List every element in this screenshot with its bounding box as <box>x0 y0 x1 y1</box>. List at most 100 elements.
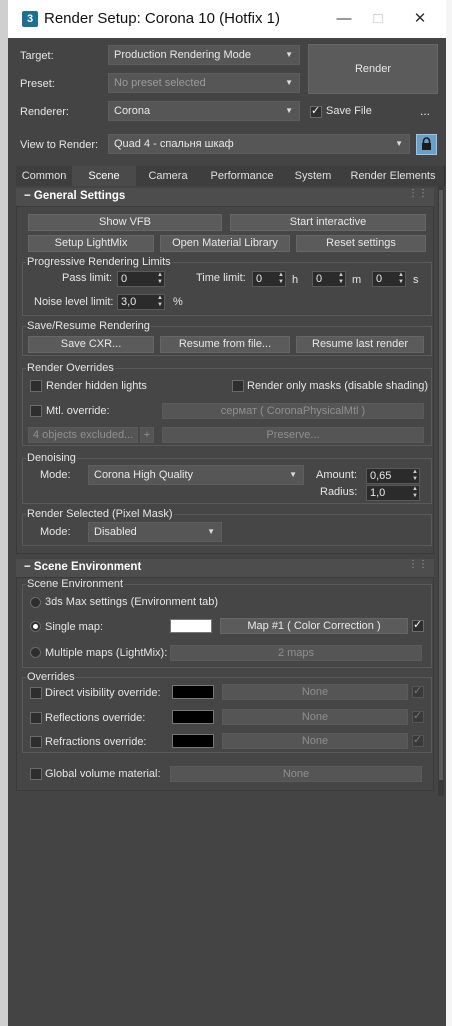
mtl-override-map-button[interactable]: сермат ( CoronaPhysicalMtl ) <box>162 403 424 419</box>
direct-visibility-color-swatch[interactable] <box>172 685 214 699</box>
refractions-map-button[interactable]: None <box>222 733 408 749</box>
close-icon[interactable]: ✕ <box>402 8 438 30</box>
renderer-label: Renderer: <box>20 106 69 118</box>
add-exclude-button[interactable]: + <box>140 427 154 443</box>
render-hidden-lights-checkbox[interactable] <box>30 380 42 392</box>
view-value: Quad 4 - спальня шкаф <box>114 138 234 150</box>
drag-handle-icon[interactable]: ⋮⋮ <box>408 188 428 199</box>
render-hidden-lights-label: Render hidden lights <box>46 380 147 392</box>
single-map-color-swatch[interactable] <box>170 619 212 633</box>
chevron-down-icon: ▼ <box>207 527 215 536</box>
mtl-override-checkbox[interactable] <box>30 405 42 417</box>
view-to-render-label: View to Render: <box>20 139 99 151</box>
time-limit-label: Time limit: <box>196 272 246 284</box>
mtl-override-label: Mtl. override: <box>46 405 110 417</box>
chevron-down-icon: ▼ <box>285 106 293 115</box>
pixel-mask-group: Render Selected (Pixel Mask) <box>22 508 432 546</box>
direct-visibility-enable-checkbox[interactable] <box>412 684 424 698</box>
amount-spinner[interactable]: 0,65 ▲ ▼ <box>366 468 420 484</box>
time-minutes-spinner[interactable]: 0 ▲ ▼ <box>312 271 346 287</box>
tab-render-elements[interactable]: Render Elements <box>342 166 445 186</box>
tab-performance[interactable]: Performance <box>200 166 285 186</box>
general-settings-rollout-header[interactable]: − General Settings ⋮⋮ <box>16 188 434 206</box>
reflections-color-swatch[interactable] <box>172 710 214 724</box>
pixel-mode-dropdown[interactable]: Disabled ▼ <box>88 522 222 542</box>
preset-dropdown[interactable]: No preset selected ▼ <box>108 73 300 93</box>
resume-last-render-button[interactable]: Resume last render <box>296 336 424 353</box>
max-settings-label: 3ds Max settings (Environment tab) <box>45 596 219 608</box>
excluded-objects-button[interactable]: 4 objects excluded... <box>28 427 138 443</box>
reflections-enable-checkbox[interactable] <box>412 709 424 723</box>
multiple-maps-label: Multiple maps (LightMix): <box>45 647 168 659</box>
view-to-render-dropdown[interactable]: Quad 4 - спальня шкаф ▼ <box>108 134 410 154</box>
refractions-override-checkbox[interactable] <box>30 736 42 748</box>
resume-from-file-button[interactable]: Resume from file... <box>160 336 290 353</box>
scene-environment-rollout-header[interactable]: − Scene Environment ⋮⋮ <box>16 559 434 577</box>
setup-lightmix-button[interactable]: Setup LightMix <box>28 235 154 252</box>
radius-spinner[interactable]: 1,0 ▲ ▼ <box>366 485 420 501</box>
drag-handle-icon[interactable]: ⋮⋮ <box>408 559 428 570</box>
pixel-mode-label: Mode: <box>40 526 71 538</box>
more-options-button[interactable]: ... <box>420 104 430 118</box>
tab-scene[interactable]: Scene <box>72 166 137 186</box>
progressive-limits-title: Progressive Rendering Limits <box>26 256 172 268</box>
lock-view-button[interactable] <box>416 134 437 155</box>
noise-level-label: Noise level limit: <box>34 296 114 308</box>
title-bar: 3 Render Setup: Corona 10 (Hotfix 1) — □… <box>8 0 446 38</box>
render-overrides-title: Render Overrides <box>26 362 115 374</box>
open-material-library-button[interactable]: Open Material Library <box>160 235 290 252</box>
target-label: Target: <box>20 50 54 62</box>
scrollbar[interactable] <box>438 186 444 796</box>
target-dropdown[interactable]: Production Rendering Mode ▼ <box>108 45 300 65</box>
single-map-button[interactable]: Map #1 ( Color Correction ) <box>220 618 408 634</box>
scene-environment-title: − Scene Environment <box>24 561 142 573</box>
direct-visibility-map-button[interactable]: None <box>222 684 408 700</box>
tab-common[interactable]: Common <box>16 166 73 186</box>
refractions-enable-checkbox[interactable] <box>412 733 424 747</box>
hours-unit: h <box>292 274 299 286</box>
pass-limit-spinner[interactable]: 0 ▲ ▼ <box>117 271 165 287</box>
global-volume-map-button[interactable]: None <box>170 766 422 782</box>
refractions-color-swatch[interactable] <box>172 734 214 748</box>
seconds-unit: s <box>413 274 419 286</box>
refractions-override-label: Refractions override: <box>45 736 147 748</box>
preserve-button[interactable]: Preserve... <box>162 427 424 443</box>
pass-limit-label: Pass limit: <box>62 272 113 284</box>
target-value: Production Rendering Mode <box>114 49 251 61</box>
max-settings-radio[interactable] <box>30 597 41 608</box>
render-only-masks-checkbox[interactable] <box>232 380 244 392</box>
render-button[interactable]: Render <box>308 44 438 94</box>
multiple-maps-radio[interactable] <box>30 647 41 658</box>
reset-settings-button[interactable]: Reset settings <box>296 235 426 252</box>
tab-system[interactable]: System <box>284 166 343 186</box>
direct-visibility-checkbox[interactable] <box>30 687 42 699</box>
minimize-icon[interactable]: — <box>326 8 362 30</box>
save-file-checkbox[interactable] <box>310 104 322 118</box>
save-file-label: Save File <box>326 105 372 117</box>
global-volume-checkbox[interactable] <box>30 768 42 780</box>
time-seconds-spinner[interactable]: 0 ▲ ▼ <box>372 271 406 287</box>
reflections-map-button[interactable]: None <box>222 709 408 725</box>
single-map-radio[interactable] <box>30 621 41 632</box>
multiple-maps-button[interactable]: 2 maps <box>170 645 422 661</box>
start-interactive-button[interactable]: Start interactive <box>230 214 426 231</box>
background-app-strip <box>0 0 8 1026</box>
global-volume-label: Global volume material: <box>45 768 161 780</box>
chevron-down-icon: ▼ <box>289 470 297 479</box>
scene-environment-group-title: Scene Environment <box>26 578 124 590</box>
amount-label: Amount: <box>316 469 357 481</box>
denoise-mode-value: Corona High Quality <box>94 469 194 481</box>
single-map-enable-checkbox[interactable] <box>412 618 424 632</box>
save-cxr-button[interactable]: Save CXR... <box>28 336 154 353</box>
scrollbar-thumb[interactable] <box>439 190 443 780</box>
denoise-mode-dropdown[interactable]: Corona High Quality ▼ <box>88 465 304 485</box>
noise-level-spinner[interactable]: 3,0 ▲ ▼ <box>117 294 165 310</box>
renderer-dropdown[interactable]: Corona ▼ <box>108 101 300 121</box>
maximize-icon: □ <box>373 10 383 27</box>
show-vfb-button[interactable]: Show VFB <box>28 214 222 231</box>
direct-visibility-label: Direct visibility override: <box>45 687 161 699</box>
tab-camera[interactable]: Camera <box>136 166 201 186</box>
reflections-override-checkbox[interactable] <box>30 712 42 724</box>
time-hours-spinner[interactable]: 0 ▲ ▼ <box>252 271 286 287</box>
reflections-override-label: Reflections override: <box>45 712 146 724</box>
